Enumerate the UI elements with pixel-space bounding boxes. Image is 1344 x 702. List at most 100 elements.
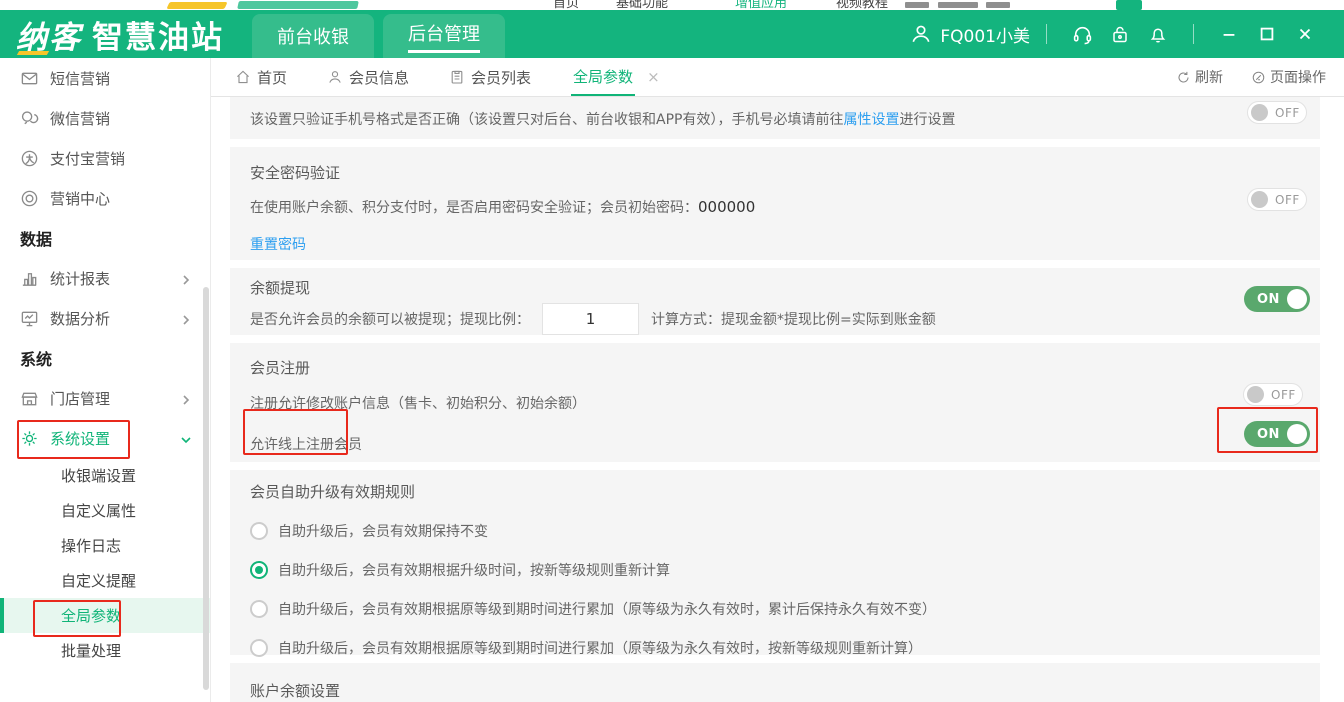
sidebar-item-statistics-report[interactable]: 统计报表 [0,258,210,298]
sidebar-item-store-management[interactable]: 门店管理 [0,378,210,418]
section-security-password: 安全密码验证 在使用账户余额、积分支付时，是否启用密码安全验证；会员初始密码：0… [230,147,1320,260]
security-password-toggle[interactable]: OFF [1247,188,1307,211]
target-icon [20,189,39,208]
home-icon [235,69,251,85]
section-upgrade-validity-rules: 会员自助升级有效期规则 自助升级后，会员有效期保持不变 自助升级后，会员有效期根… [230,470,1320,655]
section-member-registration: 会员注册 注册允许修改账户信息（售卡、初始积分、初始余额） 允许线上注册会员 O… [230,343,1320,462]
radio-label: 自助升级后，会员有效期根据原等级到期时间进行累加（原等级为永久有效时，累计后保持… [278,599,936,619]
withdrawal-ratio-input[interactable] [542,303,639,335]
tab-label: 会员列表 [471,67,531,88]
member-icon [327,69,343,85]
page-operations-label: 页面操作 [1270,67,1326,87]
radio-selected[interactable] [250,561,268,579]
section-title: 会员自助升级有效期规则 [250,481,1300,502]
section-phone-validation: 该设置只验证手机号格式是否正确（该设置只对后台、前台收银和APP有效），手机号必… [230,97,1320,139]
section-title: 账户余额设置 [250,680,1300,701]
phone-validation-toggle[interactable]: OFF [1247,101,1307,124]
toggle-knob [1247,386,1264,403]
backdrop-menu-video: 视频教程 [836,0,888,10]
radio-unselected[interactable] [250,600,268,618]
sidebar-item-custom-reminder[interactable]: 自定义提醒 [0,563,210,598]
toggle-knob [1251,104,1268,121]
backdrop-menu-home: 首页 [553,0,579,10]
sidebar-item-cashier-settings[interactable]: 收银端设置 [0,458,210,493]
backdrop-menu-basic: 基础功能 [616,0,668,10]
nav-tab-front-cashier[interactable]: 前台收银 [252,14,374,58]
bar-chart-icon [20,269,39,288]
sidebar-item-label: 微信营销 [50,108,110,129]
sidebar-item-sms-marketing[interactable]: 短信营销 [0,58,210,98]
sidebar-item-wechat-marketing[interactable]: 微信营销 [0,98,210,138]
online-registration-toggle[interactable]: ON [1244,421,1310,447]
notification-bell-icon[interactable] [1147,23,1169,45]
registration-edit-account-toggle[interactable]: OFF [1243,383,1303,406]
tab-global-parameters[interactable]: 全局参数 × [571,58,660,96]
toggle-state-label: ON [1257,427,1280,442]
radio-unselected[interactable] [250,522,268,540]
sidebar-item-data-analysis[interactable]: 数据分析 [0,298,210,338]
withdrawal-desc-after: 计算方式：提现金额*提现比例=实际到账金额 [651,309,936,329]
sidebar-item-operation-log[interactable]: 操作日志 [0,528,210,563]
backdrop-logo-fragment [166,2,227,9]
sidebar-group-data: 数据 [0,218,210,258]
sidebar-item-custom-attributes[interactable]: 自定义属性 [0,493,210,528]
page-operations-button[interactable]: 页面操作 [1251,67,1326,87]
backdrop-text-remnant [905,2,929,8]
sidebar-item-label: 统计报表 [50,268,110,289]
divider [1046,24,1047,44]
sidebar-item-system-settings[interactable]: 系统设置 [0,418,210,458]
sidebar-item-label: 短信营销 [50,68,110,89]
toggle-state-label: ON [1257,292,1280,307]
registration-edit-account-label: 注册允许修改账户信息（售卡、初始积分、初始余额） [250,393,1300,413]
app-window: 首页 基础功能 增值应用 视频教程 纳客 智慧油站 前台收银 后台管理 FQ00… [0,0,1344,702]
background-window-strip: 首页 基础功能 增值应用 视频教程 [0,0,1344,10]
refresh-button[interactable]: 刷新 [1176,67,1223,87]
upgrade-option-2[interactable]: 自助升级后，会员有效期根据升级时间，按新等级规则重新计算 [250,560,1300,580]
tab-label: 全局参数 [571,58,635,96]
backdrop-icon-fragment [1116,0,1142,10]
clipboard-icon [449,69,465,85]
upgrade-option-1[interactable]: 自助升级后，会员有效期保持不变 [250,521,1300,541]
sidebar-scrollbar[interactable] [203,287,209,690]
sidebar-item-label: 系统设置 [50,428,110,449]
settings-content: 该设置只验证手机号格式是否正确（该设置只对后台、前台收银和APP有效），手机号必… [211,97,1344,702]
initial-password-value: 000000 [698,198,755,216]
withdrawal-desc-before: 是否允许会员的余额可以被提现；提现比例： [250,309,530,329]
tab-member-info[interactable]: 会员信息 [327,58,409,96]
sidebar-item-marketing-center[interactable]: 营销中心 [0,178,210,218]
section-title: 会员注册 [250,357,1300,378]
radio-unselected[interactable] [250,639,268,657]
headset-support-icon[interactable] [1071,23,1093,45]
refresh-icon [1176,70,1191,85]
nav-tab-label: 后台管理 [408,20,480,53]
tab-member-list[interactable]: 会员列表 [449,58,531,96]
sidebar-item-global-parameters[interactable]: 全局参数 [0,598,210,633]
nav-tab-backend-admin[interactable]: 后台管理 [383,14,505,58]
tab-label: 会员信息 [349,67,409,88]
maximize-button[interactable] [1256,23,1278,45]
attribute-settings-link[interactable]: 属性设置 [843,112,899,128]
minimize-button[interactable] [1218,23,1240,45]
tab-home[interactable]: 首页 [235,58,287,96]
section-account-balance-settings: 账户余额设置 [230,663,1320,702]
wechat-icon [20,109,39,128]
section-balance-withdrawal: 余额提现 是否允许会员的余额可以被提现；提现比例： 计算方式：提现金额*提现比例… [230,268,1320,335]
upgrade-option-3[interactable]: 自助升级后，会员有效期根据原等级到期时间进行累加（原等级为永久有效时，累计后保持… [250,599,1300,619]
section-title: 余额提现 [250,277,1300,298]
tab-close-icon[interactable]: × [647,68,660,86]
sidebar-item-label: 营销中心 [50,188,110,209]
sidebar-item-label: 数据分析 [50,308,110,329]
user-account[interactable]: FQ001小美 [910,22,1030,47]
balance-withdrawal-toggle[interactable]: ON [1244,286,1310,312]
tabbar-actions: 刷新 页面操作 [1176,67,1326,87]
reset-password-link[interactable]: 重置密码 [250,234,306,254]
lock-screen-icon[interactable] [1109,23,1131,45]
upgrade-option-4[interactable]: 自助升级后，会员有效期根据原等级到期时间进行累加（原等级为永久有效时，按新等级规… [250,638,1300,658]
close-button[interactable] [1294,23,1316,45]
mode-tabs: 前台收银 后台管理 [252,14,514,58]
sidebar-item-alipay-marketing[interactable]: 支付宝营销 [0,138,210,178]
backdrop-text-remnant [938,2,978,8]
alipay-icon [20,149,39,168]
page-operations-icon [1251,70,1266,85]
sidebar-item-batch-processing[interactable]: 批量处理 [0,633,210,668]
